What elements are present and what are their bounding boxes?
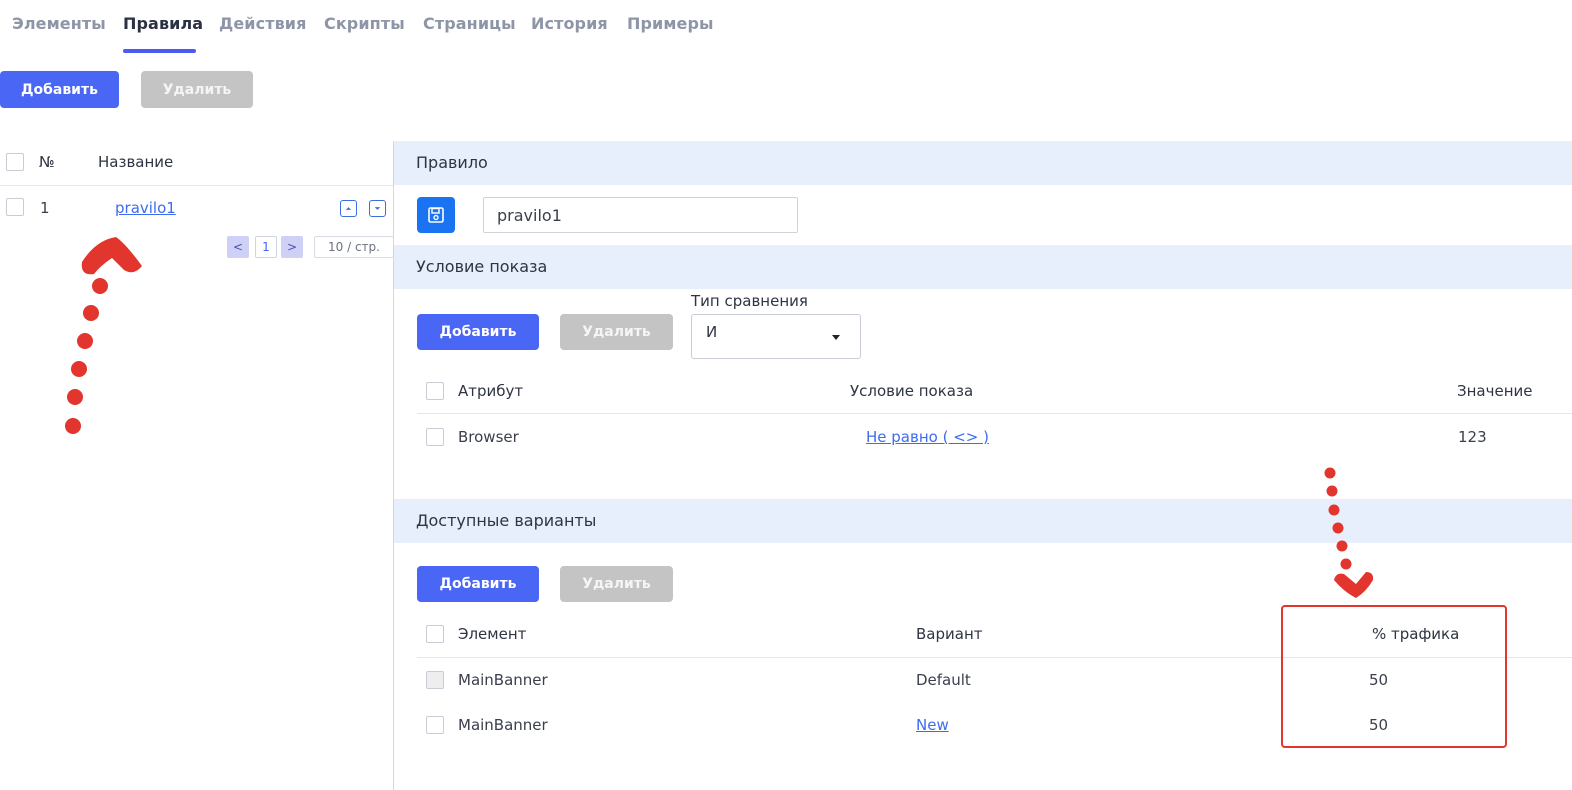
variants-section-title: Доступные варианты (416, 511, 597, 530)
rule-row-checkbox[interactable] (6, 198, 24, 216)
select-all-rules-checkbox[interactable] (6, 153, 24, 171)
pagination-page-1[interactable]: 1 (255, 236, 277, 258)
tab-examples[interactable]: Примеры (627, 14, 714, 33)
select-all-variants-checkbox[interactable] (426, 625, 444, 643)
condition-row-checkbox[interactable] (426, 428, 444, 446)
column-attribute-header: Атрибут (458, 382, 524, 400)
add-condition-button[interactable]: Добавить (417, 314, 539, 350)
condition-section-header: Условие показа (394, 245, 1572, 289)
column-element-header: Элемент (458, 625, 527, 643)
comparison-type-select[interactable]: И (691, 314, 861, 359)
column-value-header: Значение (1457, 382, 1533, 400)
pagination-next-button[interactable]: > (281, 236, 303, 258)
select-all-conditions-checkbox[interactable] (426, 382, 444, 400)
tab-bar: Элементы Правила Действия Скрипты Страни… (0, 0, 1572, 56)
variants-section-header: Доступные варианты (394, 499, 1572, 543)
variant-traffic: 50 (1369, 671, 1389, 689)
column-number-header: № (39, 153, 55, 171)
add-rule-button[interactable]: Добавить (0, 71, 119, 108)
condition-value: 123 (1458, 428, 1487, 446)
column-name-header: Название (98, 153, 174, 171)
column-variant-header: Вариант (916, 625, 983, 643)
variant-element: MainBanner (458, 716, 548, 734)
tab-actions[interactable]: Действия (219, 14, 306, 33)
variant-name-link[interactable]: New (916, 716, 949, 734)
comparison-type-label: Тип сравнения (691, 292, 808, 310)
variants-header-divider (417, 657, 1572, 658)
panel-divider (393, 141, 394, 790)
move-down-icon[interactable] (369, 200, 386, 217)
column-traffic-header: % трафика (1372, 625, 1460, 643)
variant-name: Default (916, 671, 971, 689)
rule-name-input[interactable] (483, 197, 798, 233)
variant-row-checkbox[interactable] (426, 671, 444, 689)
delete-rule-button[interactable]: Удалить (141, 71, 253, 108)
chevron-down-icon (832, 335, 840, 340)
annotation-arrows (65, 237, 1374, 598)
condition-section-title: Условие показа (416, 257, 548, 276)
rules-header-divider (0, 185, 393, 186)
variant-row-checkbox[interactable] (426, 716, 444, 734)
page-size-select[interactable]: 10 / стр. (314, 236, 394, 258)
rule-section-title: Правило (416, 153, 488, 172)
delete-variant-button[interactable]: Удалить (560, 566, 673, 602)
pagination-prev-button[interactable]: < (227, 236, 249, 258)
delete-condition-button[interactable]: Удалить (560, 314, 673, 350)
comparison-type-value: И (706, 323, 718, 341)
add-variant-button[interactable]: Добавить (417, 566, 539, 602)
save-icon (428, 207, 444, 223)
active-tab-indicator (123, 49, 196, 53)
rule-section-header: Правило (394, 141, 1572, 185)
variant-traffic: 50 (1369, 716, 1389, 734)
column-condition-header: Условие показа (850, 382, 974, 400)
save-rule-button[interactable] (417, 197, 455, 233)
tab-rules[interactable]: Правила (123, 14, 203, 33)
tab-elements[interactable]: Элементы (12, 14, 106, 33)
variant-element: MainBanner (458, 671, 548, 689)
rule-row-name-link[interactable]: pravilo1 (115, 199, 176, 217)
condition-operator-link[interactable]: Не равно ( <> ) (866, 428, 989, 446)
tab-scripts[interactable]: Скрипты (324, 14, 405, 33)
tab-history[interactable]: История (531, 14, 608, 33)
move-up-icon[interactable] (340, 200, 357, 217)
condition-attribute: Browser (458, 428, 519, 446)
tab-pages[interactable]: Страницы (423, 14, 516, 33)
rule-row-number: 1 (40, 199, 50, 217)
conditions-header-divider (417, 413, 1572, 414)
